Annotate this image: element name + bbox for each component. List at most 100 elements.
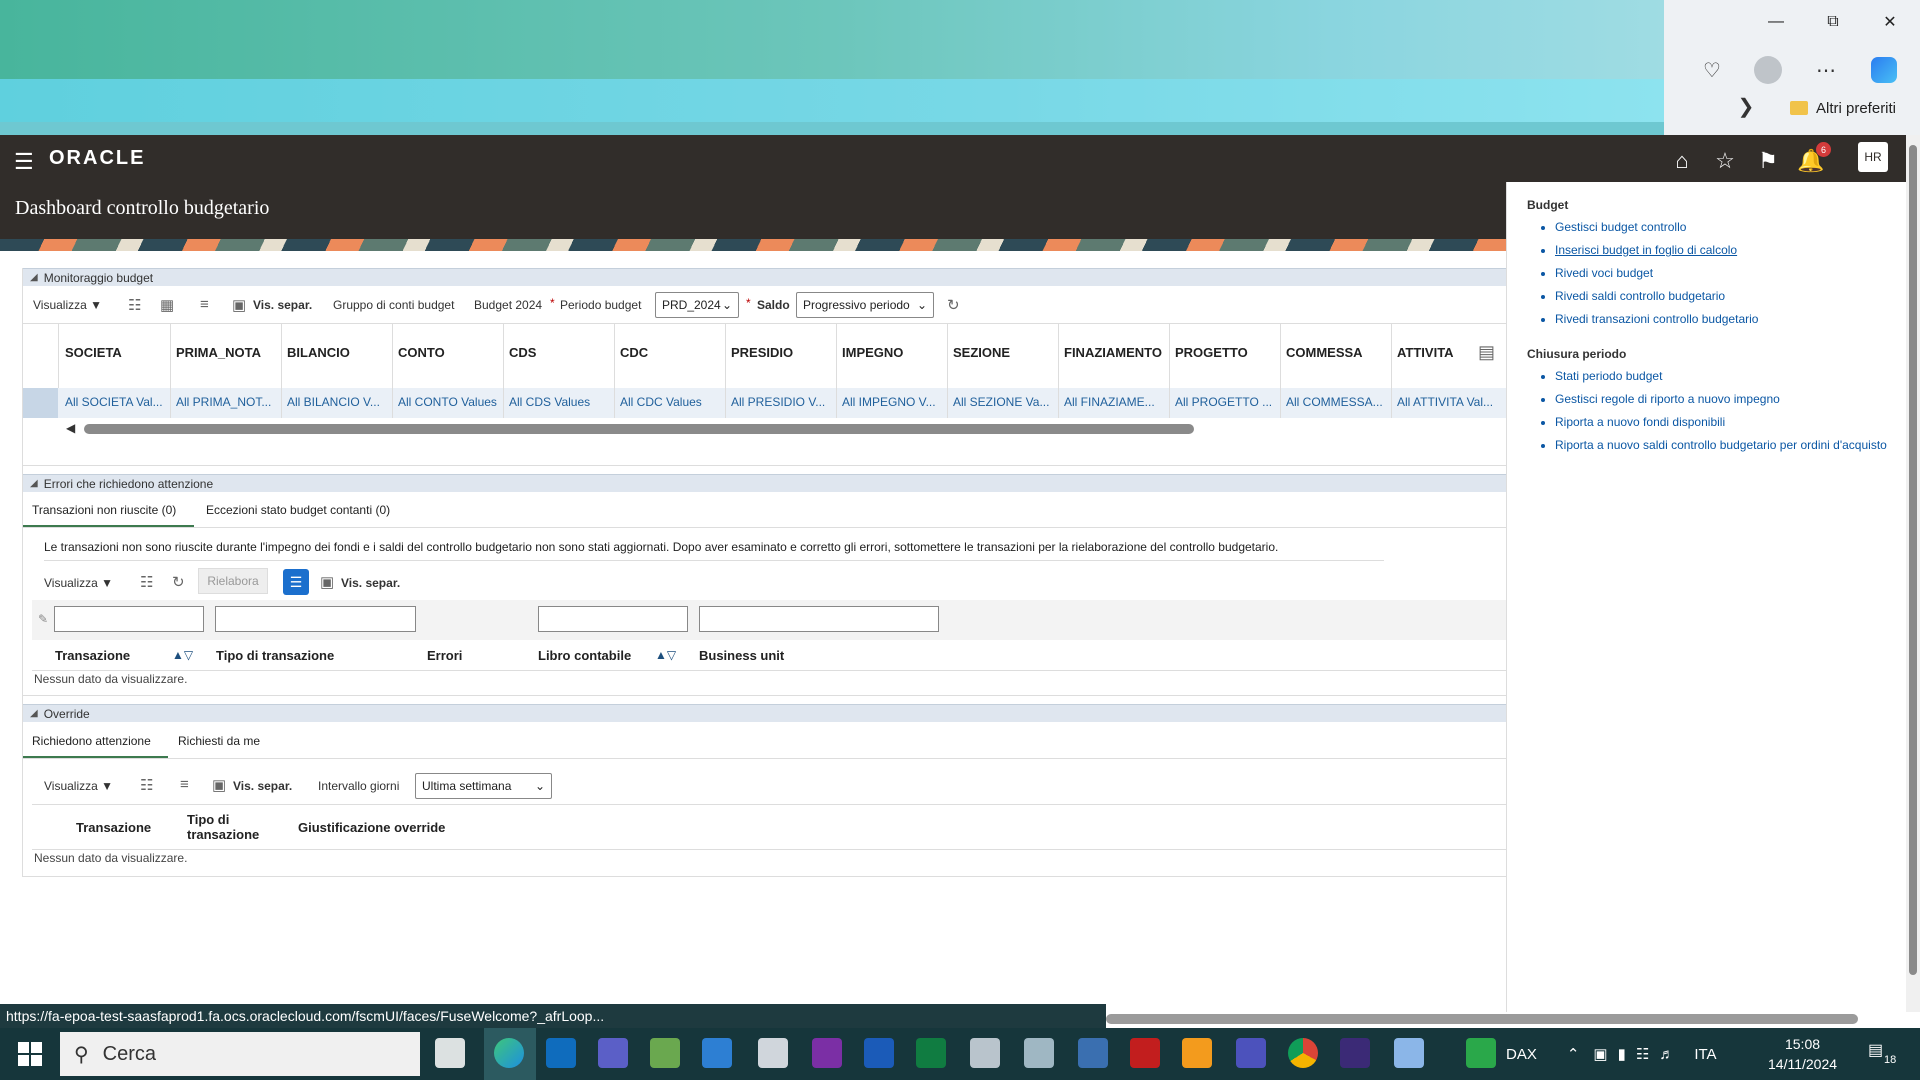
col-conto[interactable]: CONTO [398,345,445,360]
profile-icon[interactable] [1750,54,1786,86]
chart-icon[interactable]: ▦ [160,296,174,314]
scroll-left-icon[interactable]: ◀ [66,421,75,435]
transaction-filter-input[interactable] [54,606,204,632]
columns-icon[interactable]: ☷ [140,573,153,591]
horizontal-scrollbar[interactable] [84,424,1194,434]
chevron-up-icon[interactable]: ⌃ [1567,1045,1580,1063]
filter-icon[interactable]: ☰ [283,569,309,595]
edge-icon[interactable] [494,1038,524,1068]
teams-classic-icon[interactable] [1236,1038,1266,1068]
tab-cash-exceptions[interactable]: Eccezioni stato budget contanti (0) [206,503,390,517]
export-icon[interactable]: ≡ [200,296,209,313]
value-attivita[interactable]: All ATTIVITA Val... [1397,395,1493,409]
sublime-icon[interactable] [1182,1038,1212,1068]
notifications-icon[interactable]: ▤ [1868,1040,1883,1060]
filezilla-icon[interactable] [1130,1038,1160,1068]
chevron-right-icon[interactable]: ❯ [1728,90,1764,122]
database-icon[interactable] [758,1038,788,1068]
dax-chart-icon[interactable] [1466,1038,1496,1068]
col-presidio[interactable]: PRESIDIO [731,345,793,360]
budget-link[interactable]: Inserisci budget in foglio di calcolo [1555,239,1906,262]
detach-icon[interactable]: ▣ [320,573,334,591]
virtualbox-icon[interactable] [970,1038,1000,1068]
vertical-scrollbar[interactable] [1906,135,1920,1012]
tab-requested-by-me[interactable]: Richiesti da me [178,734,260,748]
refresh-icon[interactable]: ↻ [947,296,960,314]
view-menu[interactable]: Visualizza ▼ [44,779,113,793]
value-cdc[interactable]: All CDC Values [620,395,702,409]
col-cds[interactable]: CDS [509,345,536,360]
detach-icon[interactable]: ▣ [232,296,246,314]
word-icon[interactable] [864,1038,894,1068]
errors-section-header[interactable]: ◢ Errori che richiedono attenzione [22,474,1506,492]
tab-failed-transactions[interactable]: Transazioni non riuscite (0) [32,503,176,517]
app-icon[interactable] [650,1038,680,1068]
budget-link[interactable]: Rivedi voci budget [1555,262,1906,285]
col-cdc[interactable]: CDC [620,345,648,360]
value-prima-nota[interactable]: All PRIMA_NOT... [176,395,271,409]
value-impegno[interactable]: All IMPEGNO V... [842,395,936,409]
clock[interactable]: 15:08 14/11/2024 [1768,1034,1837,1074]
bu-filter-input[interactable] [699,606,939,632]
outlook-icon[interactable] [546,1038,576,1068]
more-options-icon[interactable]: ⋯ [1808,54,1844,86]
col-attivita[interactable]: ATTIVITA [1397,345,1454,360]
battery-icon[interactable]: ▮ [1618,1045,1626,1063]
page-horizontal-scrollbar[interactable] [1106,1014,1858,1024]
language-indicator[interactable]: ITA [1694,1046,1716,1063]
home-icon[interactable]: ⌂ [1666,145,1698,177]
col-finaziamento[interactable]: FINAZIAMENTO [1064,345,1162,360]
ledger-filter-input[interactable] [538,606,688,632]
col-justification[interactable]: Giustificazione override [298,820,445,835]
tab-needs-attention[interactable]: Richiedono attenzione [32,734,151,748]
closing-link[interactable]: Riporta a nuovo fondi disponibili [1555,411,1906,434]
override-section-header[interactable]: ◢ Override [22,704,1506,722]
row-selector[interactable] [22,388,58,418]
value-conto[interactable]: All CONTO Values [398,395,497,409]
col-prima-nota[interactable]: PRIMA_NOTA [176,345,261,360]
detach-icon[interactable]: ▣ [212,776,226,794]
detach-button[interactable]: Vis. separ. [341,576,400,590]
favorites-folder[interactable]: Altri preferiti [1790,96,1896,120]
collapse-icon[interactable]: ◢ [30,478,38,489]
teams-icon[interactable] [598,1038,628,1068]
detach-button[interactable]: Vis. separ. [253,298,312,312]
col-commessa[interactable]: COMMESSA [1286,345,1363,360]
col-override-transaction[interactable]: Transazione [76,820,151,835]
balance-select[interactable]: Progressivo periodo ⌄ [796,292,934,318]
col-transaction-type[interactable]: Tipo di transazione [216,648,334,663]
value-cds[interactable]: All CDS Values [509,395,590,409]
app-icon[interactable] [1394,1038,1424,1068]
onenote-icon[interactable] [812,1038,842,1068]
windows-start-icon[interactable] [18,1042,42,1066]
minimize-icon[interactable]: — [1748,6,1804,38]
menu-icon[interactable]: ☰ [14,149,34,175]
budget-link[interactable]: Rivedi saldi controllo budgetario [1555,285,1906,308]
refresh-icon[interactable]: ↻ [172,573,185,591]
sort-icon[interactable]: ▲▽ [172,648,193,662]
user-avatar[interactable]: HR [1858,142,1888,172]
closing-link[interactable]: Riporta a nuovo saldi controllo budgetar… [1555,434,1906,457]
budget-link[interactable]: Rivedi transazioni controllo budgetario [1555,308,1906,331]
view-menu[interactable]: Visualizza ▼ [33,298,102,312]
taskbar-search[interactable]: ⚲ Cerca [60,1032,420,1076]
closing-link[interactable]: Gestisci regole di riporto a nuovo impeg… [1555,388,1906,411]
columns-icon[interactable]: ☷ [140,776,153,794]
period-select[interactable]: PRD_2024 ⌄ [655,292,739,318]
volume-icon[interactable]: ♬ [1659,1046,1674,1063]
task-view-icon[interactable] [435,1038,465,1068]
value-finaziamento[interactable]: All FINAZIAME... [1064,395,1155,409]
value-commessa[interactable]: All COMMESSA... [1286,395,1383,409]
column-chooser-icon[interactable]: ▤ [1478,342,1495,363]
type-filter-input[interactable] [215,606,416,632]
oracle-logo[interactable]: ORACLE [49,147,145,170]
collapse-icon[interactable]: ◢ [30,272,38,283]
col-impegno[interactable]: IMPEGNO [842,345,903,360]
collapse-icon[interactable]: ◢ [30,708,38,719]
detach-button[interactable]: Vis. separ. [233,779,292,793]
col-societa[interactable]: SOCIETA [65,345,122,360]
col-ledger[interactable]: Libro contabile [538,648,631,663]
app-icon[interactable] [1024,1038,1054,1068]
value-progetto[interactable]: All PROGETTO ... [1175,395,1272,409]
col-override-type[interactable]: Tipo di transazione [187,812,259,842]
